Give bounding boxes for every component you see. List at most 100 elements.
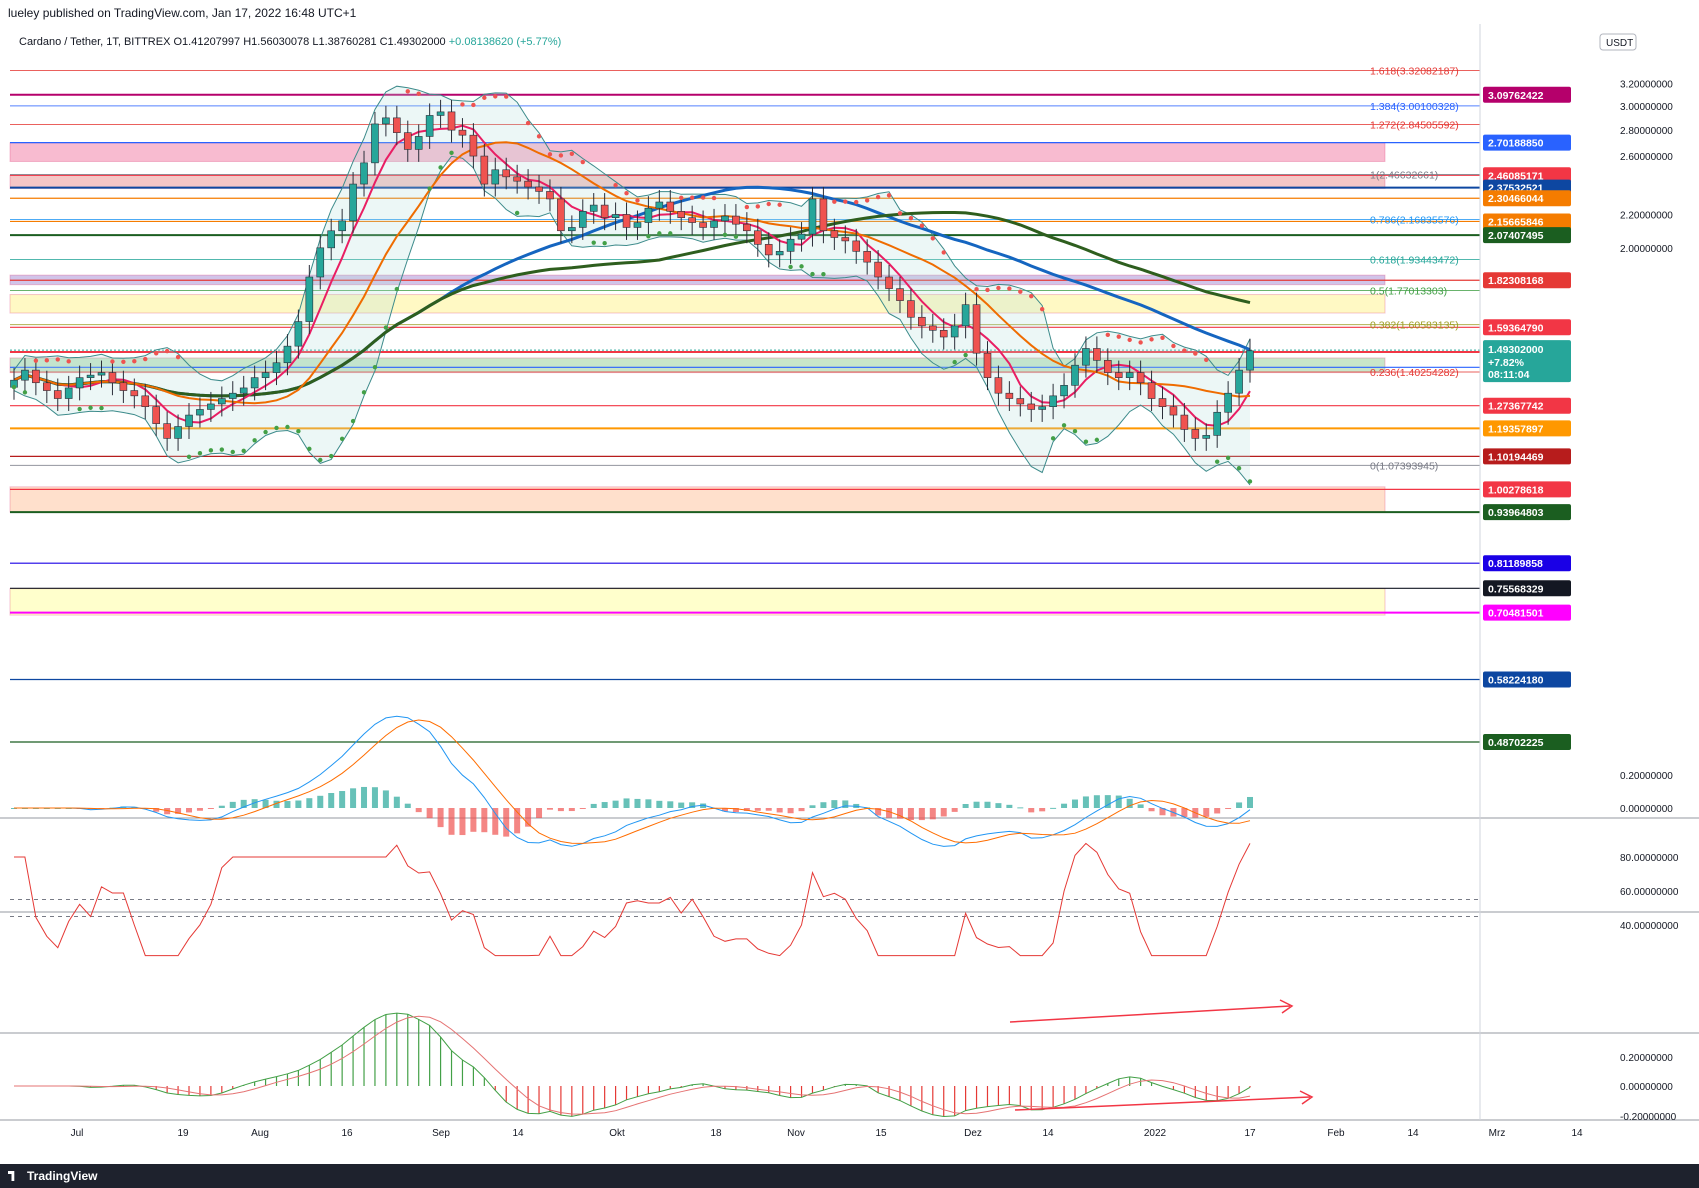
sar-dot	[263, 429, 268, 435]
legend-ohlc: O1.41207997 H1.56030078 L1.38760281 C1.4…	[173, 36, 446, 48]
candle-body	[130, 390, 139, 397]
price-label-text: 0.75568329	[1488, 583, 1544, 595]
sar-dot	[952, 359, 957, 365]
macd-bar	[481, 808, 488, 833]
histogram-trend-arrow	[1014, 1096, 1311, 1111]
chart-canvas[interactable]: 1.618(3.32082187) 1.384(3.00100328) 1.272(…	[0, 24, 1699, 1164]
candle-body	[1202, 435, 1211, 439]
candle-body	[1104, 360, 1112, 373]
price-zone	[9, 486, 1386, 513]
sar-dot	[1116, 334, 1121, 339]
time-axis: Jul 19 Aug 16 Sep 14 Okt 18 Nov 15 Dez 14 2022 17 Feb 1…	[71, 1128, 1583, 1139]
sar-dot	[1160, 335, 1165, 341]
currency-badge-text: USDT	[1606, 38, 1633, 49]
price-label-text: 3.09762422	[1488, 90, 1544, 102]
sar-dot	[1094, 437, 1100, 443]
sar-dot	[886, 193, 892, 198]
candle-body	[305, 276, 314, 322]
macd-bar	[1137, 804, 1144, 808]
macd-bar	[350, 788, 357, 808]
candle-body	[611, 214, 620, 218]
price-label: 0.75568329	[1483, 580, 1571, 597]
price-tick: 2.80000000	[1620, 126, 1673, 137]
sar-dot	[1149, 337, 1154, 342]
candle-body	[896, 288, 904, 301]
sar-dot	[383, 325, 389, 330]
macd-bar	[929, 808, 936, 820]
sar-dot	[602, 240, 607, 246]
rsi-tick: 60.00000000	[1620, 887, 1679, 898]
fib-label: 0.618(1.93443472)	[1370, 255, 1459, 267]
sar-dot	[350, 418, 356, 424]
candle-body	[710, 220, 718, 228]
candle-body	[1213, 411, 1221, 436]
candle-body	[830, 230, 839, 238]
candle-body	[972, 304, 981, 354]
macd-bar	[787, 808, 794, 814]
candle-body	[250, 377, 259, 389]
candle-body	[86, 374, 95, 378]
macd-bar	[317, 795, 324, 808]
macd-bar	[306, 798, 313, 808]
candle-body	[338, 220, 346, 232]
sar-dot	[821, 271, 826, 277]
sar-dot	[536, 134, 542, 139]
candle-body	[535, 186, 543, 192]
sar-dot	[624, 191, 629, 196]
histogram-tick: -0.20000000	[1620, 1112, 1677, 1123]
price-label-text: 1.82308168	[1488, 275, 1544, 287]
sar-dot	[318, 457, 323, 463]
sar-dot	[449, 150, 454, 156]
macd-bar	[820, 802, 827, 808]
sar-dot	[985, 287, 990, 293]
sar-dot	[525, 120, 531, 126]
candle-body	[1246, 350, 1254, 371]
fib-label: 0.236(1.40254282)	[1370, 367, 1459, 379]
histogram-tick: 0.00000000	[1620, 1082, 1673, 1093]
sar-dot	[132, 359, 137, 364]
fib-label: 0(1.07393945)	[1370, 460, 1438, 472]
candle-body	[403, 132, 412, 150]
candle-body	[939, 329, 948, 338]
candle-body	[721, 215, 729, 222]
candle-body	[622, 214, 631, 228]
sar-dot	[77, 406, 82, 412]
tradingview-logo[interactable]: TradingView	[8, 1169, 97, 1183]
sar-dot	[996, 285, 1001, 291]
price-label: 1.19357897	[1483, 420, 1571, 437]
candle-body	[458, 129, 467, 136]
sar-dot	[558, 153, 564, 158]
macd-bar	[995, 803, 1002, 808]
candle-body	[983, 352, 992, 378]
macd-bar	[1028, 808, 1035, 813]
candle-body	[1071, 364, 1079, 386]
candle-body	[699, 222, 707, 228]
candle-body	[1060, 385, 1068, 397]
macd-bar	[984, 801, 991, 808]
macd-bar	[557, 808, 564, 812]
macd-bar	[951, 808, 958, 812]
candle-body	[283, 345, 292, 364]
macd-bar	[1203, 808, 1210, 817]
macd-bar	[918, 808, 925, 821]
macd-bar	[1039, 808, 1046, 812]
time-tick: Mrz	[1489, 1128, 1506, 1139]
time-tick: 14	[1042, 1128, 1054, 1139]
sar-dot	[897, 211, 903, 216]
sar-dot	[307, 446, 312, 452]
sar-dot	[33, 358, 39, 363]
candle-body	[852, 240, 861, 252]
macd-bar	[809, 805, 816, 808]
macd-bar	[1006, 804, 1013, 808]
macd-bar	[382, 790, 389, 808]
sar-dot	[482, 95, 487, 100]
candle-body	[53, 390, 62, 399]
candle-body	[600, 204, 609, 218]
time-tick: Sep	[432, 1128, 450, 1139]
candle-body	[743, 223, 751, 232]
sar-dot	[919, 223, 925, 228]
sar-dot	[197, 451, 203, 456]
sar-dot	[394, 286, 400, 292]
price-label: 0.48702225	[1483, 733, 1571, 750]
candle-body	[1235, 369, 1243, 394]
